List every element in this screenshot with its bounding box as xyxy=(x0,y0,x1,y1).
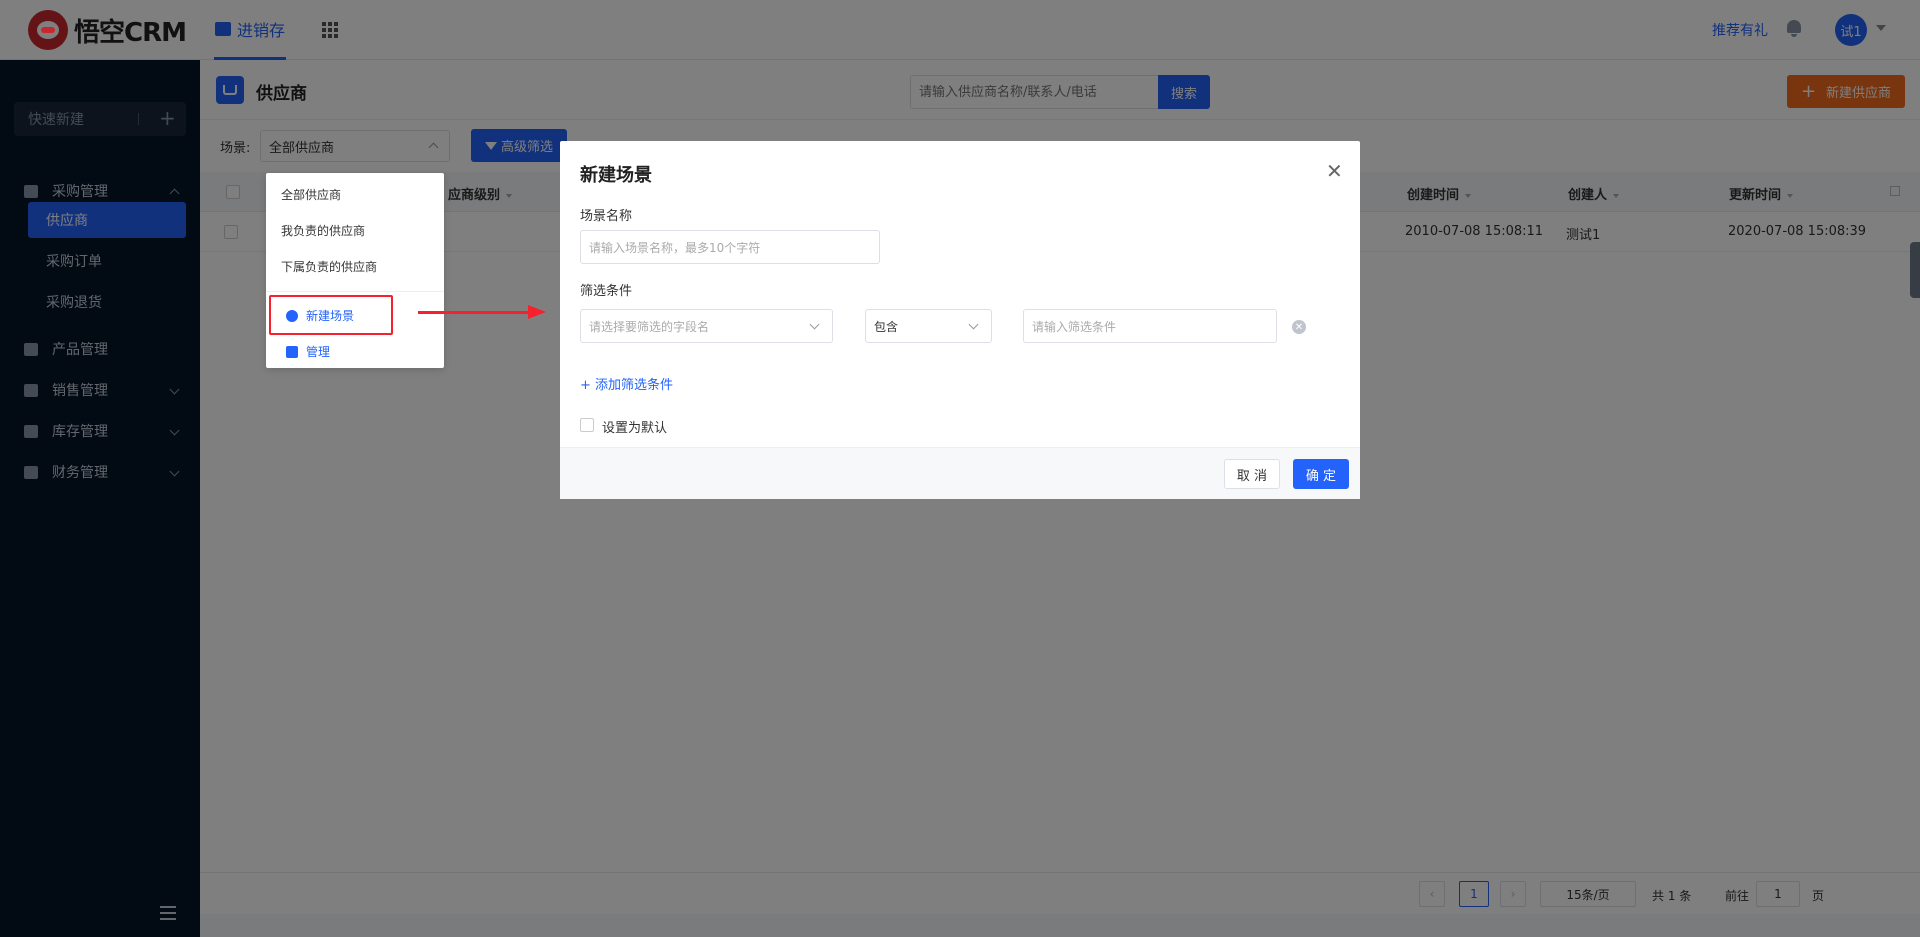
chevron-down-icon xyxy=(968,319,979,330)
plus-circle-icon xyxy=(286,310,298,322)
confirm-button[interactable]: 确 定 xyxy=(1293,459,1349,489)
field-select[interactable]: 请选择要筛选的字段名 xyxy=(580,309,833,343)
scene-option-subordinate[interactable]: 下属负责的供应商 xyxy=(281,258,377,275)
scene-option-all[interactable]: 全部供应商 xyxy=(281,186,341,203)
scene-dropdown: 全部供应商 我负责的供应商 下属负责的供应商 新建场景 管理 xyxy=(266,173,444,368)
annotation-arrow-head xyxy=(528,305,546,319)
new-scene-dialog: 新建场景 ✕ 场景名称 请输入场景名称，最多10个字符 筛选条件 请选择要筛选的… xyxy=(560,141,1360,499)
scene-name-label: 场景名称 xyxy=(580,209,633,224)
dialog-footer: 取 消 确 定 xyxy=(560,447,1360,499)
annotation-arrow xyxy=(418,311,530,314)
scene-name-input[interactable]: 请输入场景名称，最多10个字符 xyxy=(580,230,880,264)
gear-icon xyxy=(286,346,298,358)
filter-condition-label: 筛选条件 xyxy=(580,284,633,299)
manage-scene-option[interactable]: 管理 xyxy=(286,343,330,360)
scene-option-mine[interactable]: 我负责的供应商 xyxy=(281,222,365,239)
operator-select[interactable]: 包含 xyxy=(865,309,992,343)
divider xyxy=(266,291,444,292)
close-icon[interactable]: ✕ xyxy=(1326,159,1343,183)
cancel-button[interactable]: 取 消 xyxy=(1224,459,1280,489)
dialog-title: 新建场景 xyxy=(580,165,652,186)
condition-value-input[interactable]: 请输入筛选条件 xyxy=(1023,309,1277,343)
remove-condition-icon[interactable]: ✕ xyxy=(1292,320,1306,334)
set-default-label: 设置为默认 xyxy=(602,421,668,436)
new-scene-option[interactable]: 新建场景 xyxy=(286,307,354,324)
set-default-checkbox[interactable] xyxy=(580,418,594,432)
chevron-down-icon xyxy=(809,319,820,330)
add-condition-link[interactable]: + 添加筛选条件 xyxy=(580,374,673,393)
